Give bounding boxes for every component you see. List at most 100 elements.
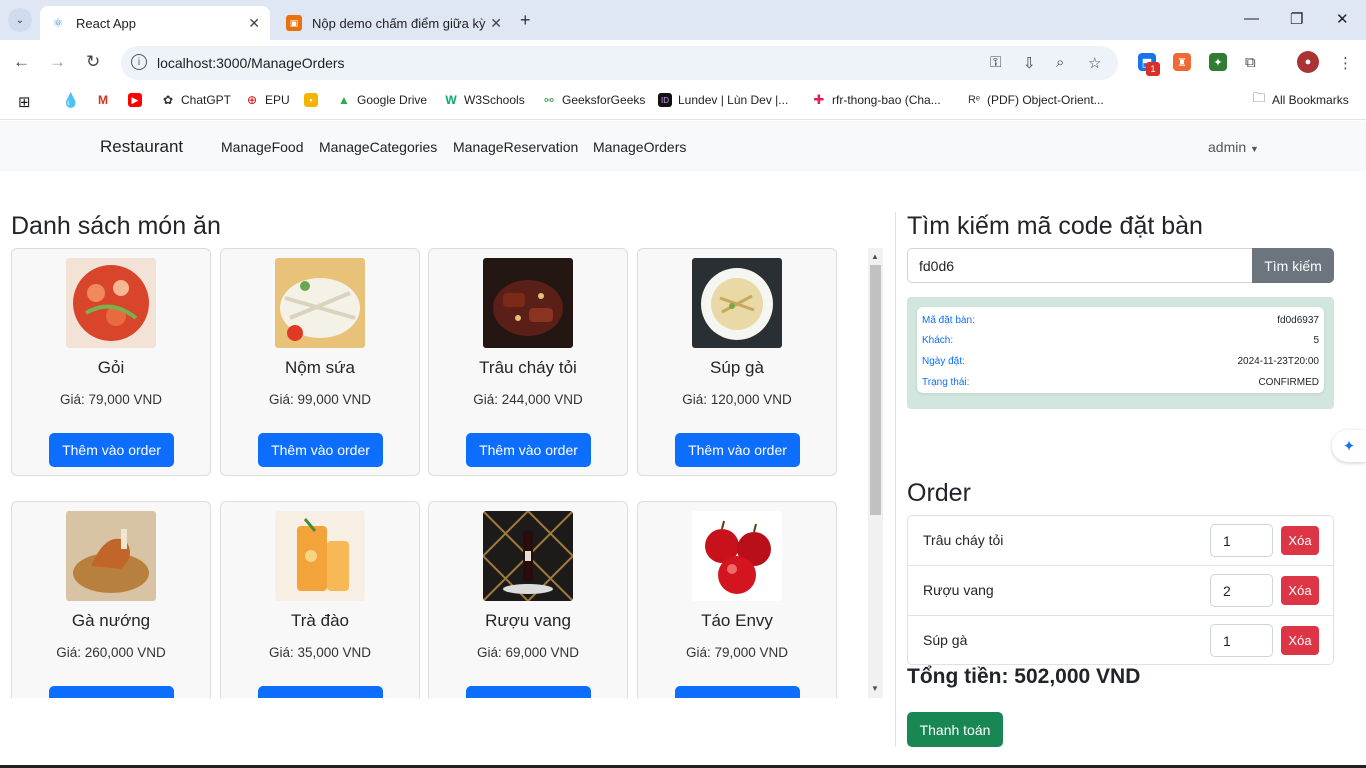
new-tab-icon[interactable]: + [520, 10, 531, 31]
nav-manage-reservation[interactable]: ManageReservation [453, 139, 578, 155]
date-label: Ngày đặt: [922, 356, 965, 367]
back-icon[interactable]: ← [13, 52, 30, 72]
minimize-icon[interactable]: — [1244, 10, 1259, 27]
quantity-input[interactable] [1210, 524, 1273, 557]
add-to-order-button[interactable]: Thêm vào order [675, 686, 800, 698]
search-title: Tìm kiếm mã code đặt bàn [907, 212, 1203, 240]
tab-demo[interactable]: ▣ Nộp demo chấm điểm giữa kỳ ✕ [276, 6, 512, 40]
add-to-order-button[interactable]: Thêm vào order [675, 433, 800, 467]
nav-manage-categories[interactable]: ManageCategories [319, 139, 437, 155]
reload-icon[interactable]: ↻ [86, 52, 100, 72]
delete-button[interactable]: Xóa [1281, 526, 1319, 555]
status-label: Trạng thái: [922, 377, 970, 388]
bookmark-star-icon[interactable]: ☆ [1088, 54, 1101, 72]
sparkle-assistant-icon[interactable]: ✦ [1332, 430, 1366, 462]
food-price: Giá: 35,000 VND [268, 645, 372, 660]
nav-manage-orders[interactable]: ManageOrders [593, 139, 686, 155]
nav-manage-food[interactable]: ManageFood [221, 139, 304, 155]
extension-icon[interactable]: ♜ [1173, 53, 1191, 71]
order-title: Order [907, 479, 971, 507]
food-name: Nộm sứa [285, 358, 355, 377]
quantity-input[interactable] [1210, 574, 1273, 607]
bookmark-label: Lundev | Lùn Dev |... [678, 93, 789, 107]
order-row: Rượu vang Xóa [908, 566, 1333, 616]
bookmark-slack[interactable]: ✚ rfr-thong-bao (Cha... [812, 92, 941, 107]
order-total: Tổng tiền: 502,000 VND [907, 665, 1141, 688]
scrollbar-thumb[interactable] [870, 265, 881, 515]
add-to-order-button[interactable]: Thêm vào order [258, 686, 383, 698]
restore-icon[interactable]: ❐ [1290, 10, 1303, 28]
add-to-order-button[interactable]: Thêm vào order [466, 433, 591, 467]
caret-down-icon: ▼ [1250, 144, 1259, 154]
bookmark-epu[interactable]: ⊕ EPU [245, 93, 290, 107]
reservation-code-input[interactable] [907, 248, 1253, 283]
tab-search-button[interactable]: ⌄ [8, 8, 32, 32]
checkout-button[interactable]: Thanh toán [907, 712, 1003, 747]
food-price: Giá: 244,000 VND [473, 392, 583, 407]
address-bar[interactable]: i localhost:3000/ManageOrders [121, 46, 1118, 80]
gmail-icon[interactable]: M [96, 93, 116, 107]
bookmark-chatgpt[interactable]: ✿ ChatGPT [161, 93, 231, 107]
status-value: CONFIRMED [1258, 377, 1319, 388]
add-to-order-button[interactable]: Thêm vào order [49, 686, 174, 698]
bookmark-lundev[interactable]: ID Lundev | Lùn Dev |... [658, 93, 788, 107]
bookmark-researchgate[interactable]: Rᵉ (PDF) Object-Orient... [967, 93, 1104, 107]
bookmark-label: (PDF) Object-Orient... [987, 93, 1104, 107]
food-card: Nộm sứa Giá: 99,000 VND Thêm vào order [220, 248, 420, 476]
bookmark-geeksforgeeks[interactable]: ⚯ GeeksforGeeks [542, 93, 645, 107]
close-tab-icon[interactable]: ✕ [490, 15, 502, 32]
scroll-down-icon[interactable]: ▼ [871, 684, 879, 693]
food-name: Gỏi [97, 358, 125, 377]
order-item-name: Rượu vang [923, 582, 994, 598]
menu-grid: Gỏi Giá: 79,000 VND Thêm vào order Nộm sứa G… [0, 248, 868, 698]
navbar-brand[interactable]: Restaurant [100, 137, 183, 157]
bookmark-label: rfr-thong-bao (Cha... [832, 93, 941, 107]
add-to-order-button[interactable]: Thêm vào order [49, 433, 174, 467]
tab-title: React App [76, 15, 136, 31]
quantity-input[interactable] [1210, 624, 1273, 657]
food-card: Trà đào Giá: 35,000 VND Thêm vào order [220, 501, 420, 698]
order-row: Súp gà Xóa [908, 616, 1333, 666]
youtube-icon[interactable]: ▶ [128, 93, 148, 107]
food-image [692, 258, 782, 348]
close-window-icon[interactable]: ✕ [1336, 10, 1349, 28]
food-image [275, 258, 365, 348]
bookmark-contact-icon[interactable]: ▪ [304, 93, 324, 107]
profile-avatar[interactable]: ● [1297, 51, 1319, 73]
site-info-icon[interactable]: i [131, 54, 147, 70]
food-price: Giá: 79,000 VND [685, 645, 789, 660]
zoom-icon[interactable]: ⌕ [1056, 54, 1064, 71]
all-bookmarks[interactable]: 🗀 All Bookmarks [1252, 90, 1348, 107]
extension-icon[interactable]: ✦ [1209, 53, 1227, 71]
forward-icon[interactable]: → [49, 52, 66, 72]
menu-title: Danh sách món ăn [11, 212, 221, 240]
delete-button[interactable]: Xóa [1281, 576, 1319, 605]
install-app-icon[interactable]: ⇩ [1023, 54, 1036, 72]
guests-value: 5 [1313, 335, 1319, 346]
add-to-order-button[interactable]: Thêm vào order [258, 433, 383, 467]
add-to-order-button[interactable]: Thêm vào order [466, 686, 591, 698]
food-card: Gà nướng Giá: 260,000 VND Thêm vào order [11, 501, 211, 698]
more-menu-icon[interactable]: ⋮ [1338, 54, 1353, 72]
admin-dropdown[interactable]: admin ▼ [1208, 139, 1259, 155]
bookmark-google-drive[interactable]: ▲ Google Drive [337, 93, 427, 107]
food-card: Táo Envy Giá: 79,000 VND Thêm vào order [637, 501, 837, 698]
tab-react-app[interactable]: ⚛ React App ✕ [40, 6, 270, 40]
food-price: Giá: 79,000 VND [59, 392, 163, 407]
delete-button[interactable]: Xóa [1281, 626, 1319, 655]
bookmark-w3schools[interactable]: W W3Schools [444, 93, 524, 107]
date-value: 2024-11-23T20:00 [1237, 356, 1319, 367]
scroll-up-icon[interactable]: ▲ [871, 252, 879, 261]
apps-grid-icon[interactable]: ⊞ [18, 93, 31, 111]
close-tab-icon[interactable]: ✕ [248, 15, 260, 32]
guests-label: Khách: [922, 335, 954, 346]
tab-title: Nộp demo chấm điểm giữa kỳ [312, 15, 486, 31]
bookmark-label: GeeksforGeeks [562, 93, 646, 107]
extensions-puzzle-icon[interactable]: ⧉ [1245, 54, 1256, 71]
drop-icon[interactable]: 💧 [62, 92, 84, 108]
food-name: Rượu vang [485, 611, 571, 630]
document-icon: ▣ [286, 15, 302, 31]
search-button[interactable]: Tìm kiếm [1252, 248, 1334, 283]
password-key-icon[interactable]: ⚿ [990, 54, 1001, 71]
food-image [483, 258, 573, 348]
